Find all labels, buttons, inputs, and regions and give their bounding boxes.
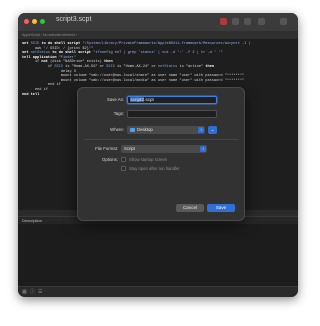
window-title: script3.scpt xyxy=(56,16,92,23)
file-format-popup[interactable]: Script ↕ xyxy=(121,145,207,153)
where-label: Where: xyxy=(110,127,124,132)
stop-icon[interactable] xyxy=(232,18,239,25)
list-icon[interactable]: ☰ xyxy=(38,290,42,295)
record-icon[interactable] xyxy=(220,18,227,25)
expand-dialog-button[interactable]: ⌄ xyxy=(208,126,217,134)
close-window-button[interactable] xyxy=(24,19,29,24)
zoom-window-button[interactable] xyxy=(40,19,45,24)
popup-arrows-icon: ↕ xyxy=(198,127,204,133)
log-icon[interactable]: ▦ xyxy=(22,290,27,295)
where-popup[interactable]: Desktop ↕ xyxy=(127,126,205,134)
save-as-name: script3 xyxy=(130,97,145,102)
navigation-path[interactable]: AppleScript › No selected element › xyxy=(22,31,77,39)
folder-icon xyxy=(130,128,135,132)
info-icon[interactable]: ⓘ xyxy=(30,290,35,295)
save-button[interactable]: Save xyxy=(207,204,235,212)
save-as-extension: .scpt xyxy=(144,97,154,102)
stay-open-checkbox[interactable] xyxy=(121,166,126,171)
run-icon[interactable] xyxy=(244,18,251,25)
divider xyxy=(84,139,238,140)
where-value: Desktop xyxy=(137,127,153,132)
file-format-label: File Format: xyxy=(95,146,118,151)
minimize-window-button[interactable] xyxy=(32,19,37,24)
popup-arrows-icon: ↕ xyxy=(200,146,206,152)
show-startup-label: Show startup screen xyxy=(129,157,168,162)
options-label: Options: xyxy=(101,157,118,162)
title-bar: script3.scpt xyxy=(18,13,298,31)
show-library-icon[interactable] xyxy=(280,18,287,25)
tags-label: Tags: xyxy=(113,111,124,116)
save-dialog: Save As: script3.scpt Tags: Where: Deskt… xyxy=(77,87,245,221)
save-as-label: Save As: xyxy=(107,97,124,102)
stay-open-label: Stay open after run handler xyxy=(129,166,180,171)
show-startup-checkbox[interactable] xyxy=(121,157,126,162)
description-area[interactable] xyxy=(18,224,298,286)
save-as-field[interactable]: script3.scpt xyxy=(127,96,217,104)
tags-field[interactable] xyxy=(127,110,217,118)
description-tab[interactable]: Description xyxy=(22,217,42,224)
file-format-value: Script xyxy=(124,146,135,151)
navigation-bar: AppleScript › No selected element › xyxy=(18,31,298,40)
cancel-button[interactable]: Cancel xyxy=(176,204,204,212)
bottom-toolbar: ▦ ⓘ ☰ xyxy=(18,286,298,297)
compile-icon[interactable] xyxy=(258,18,265,25)
